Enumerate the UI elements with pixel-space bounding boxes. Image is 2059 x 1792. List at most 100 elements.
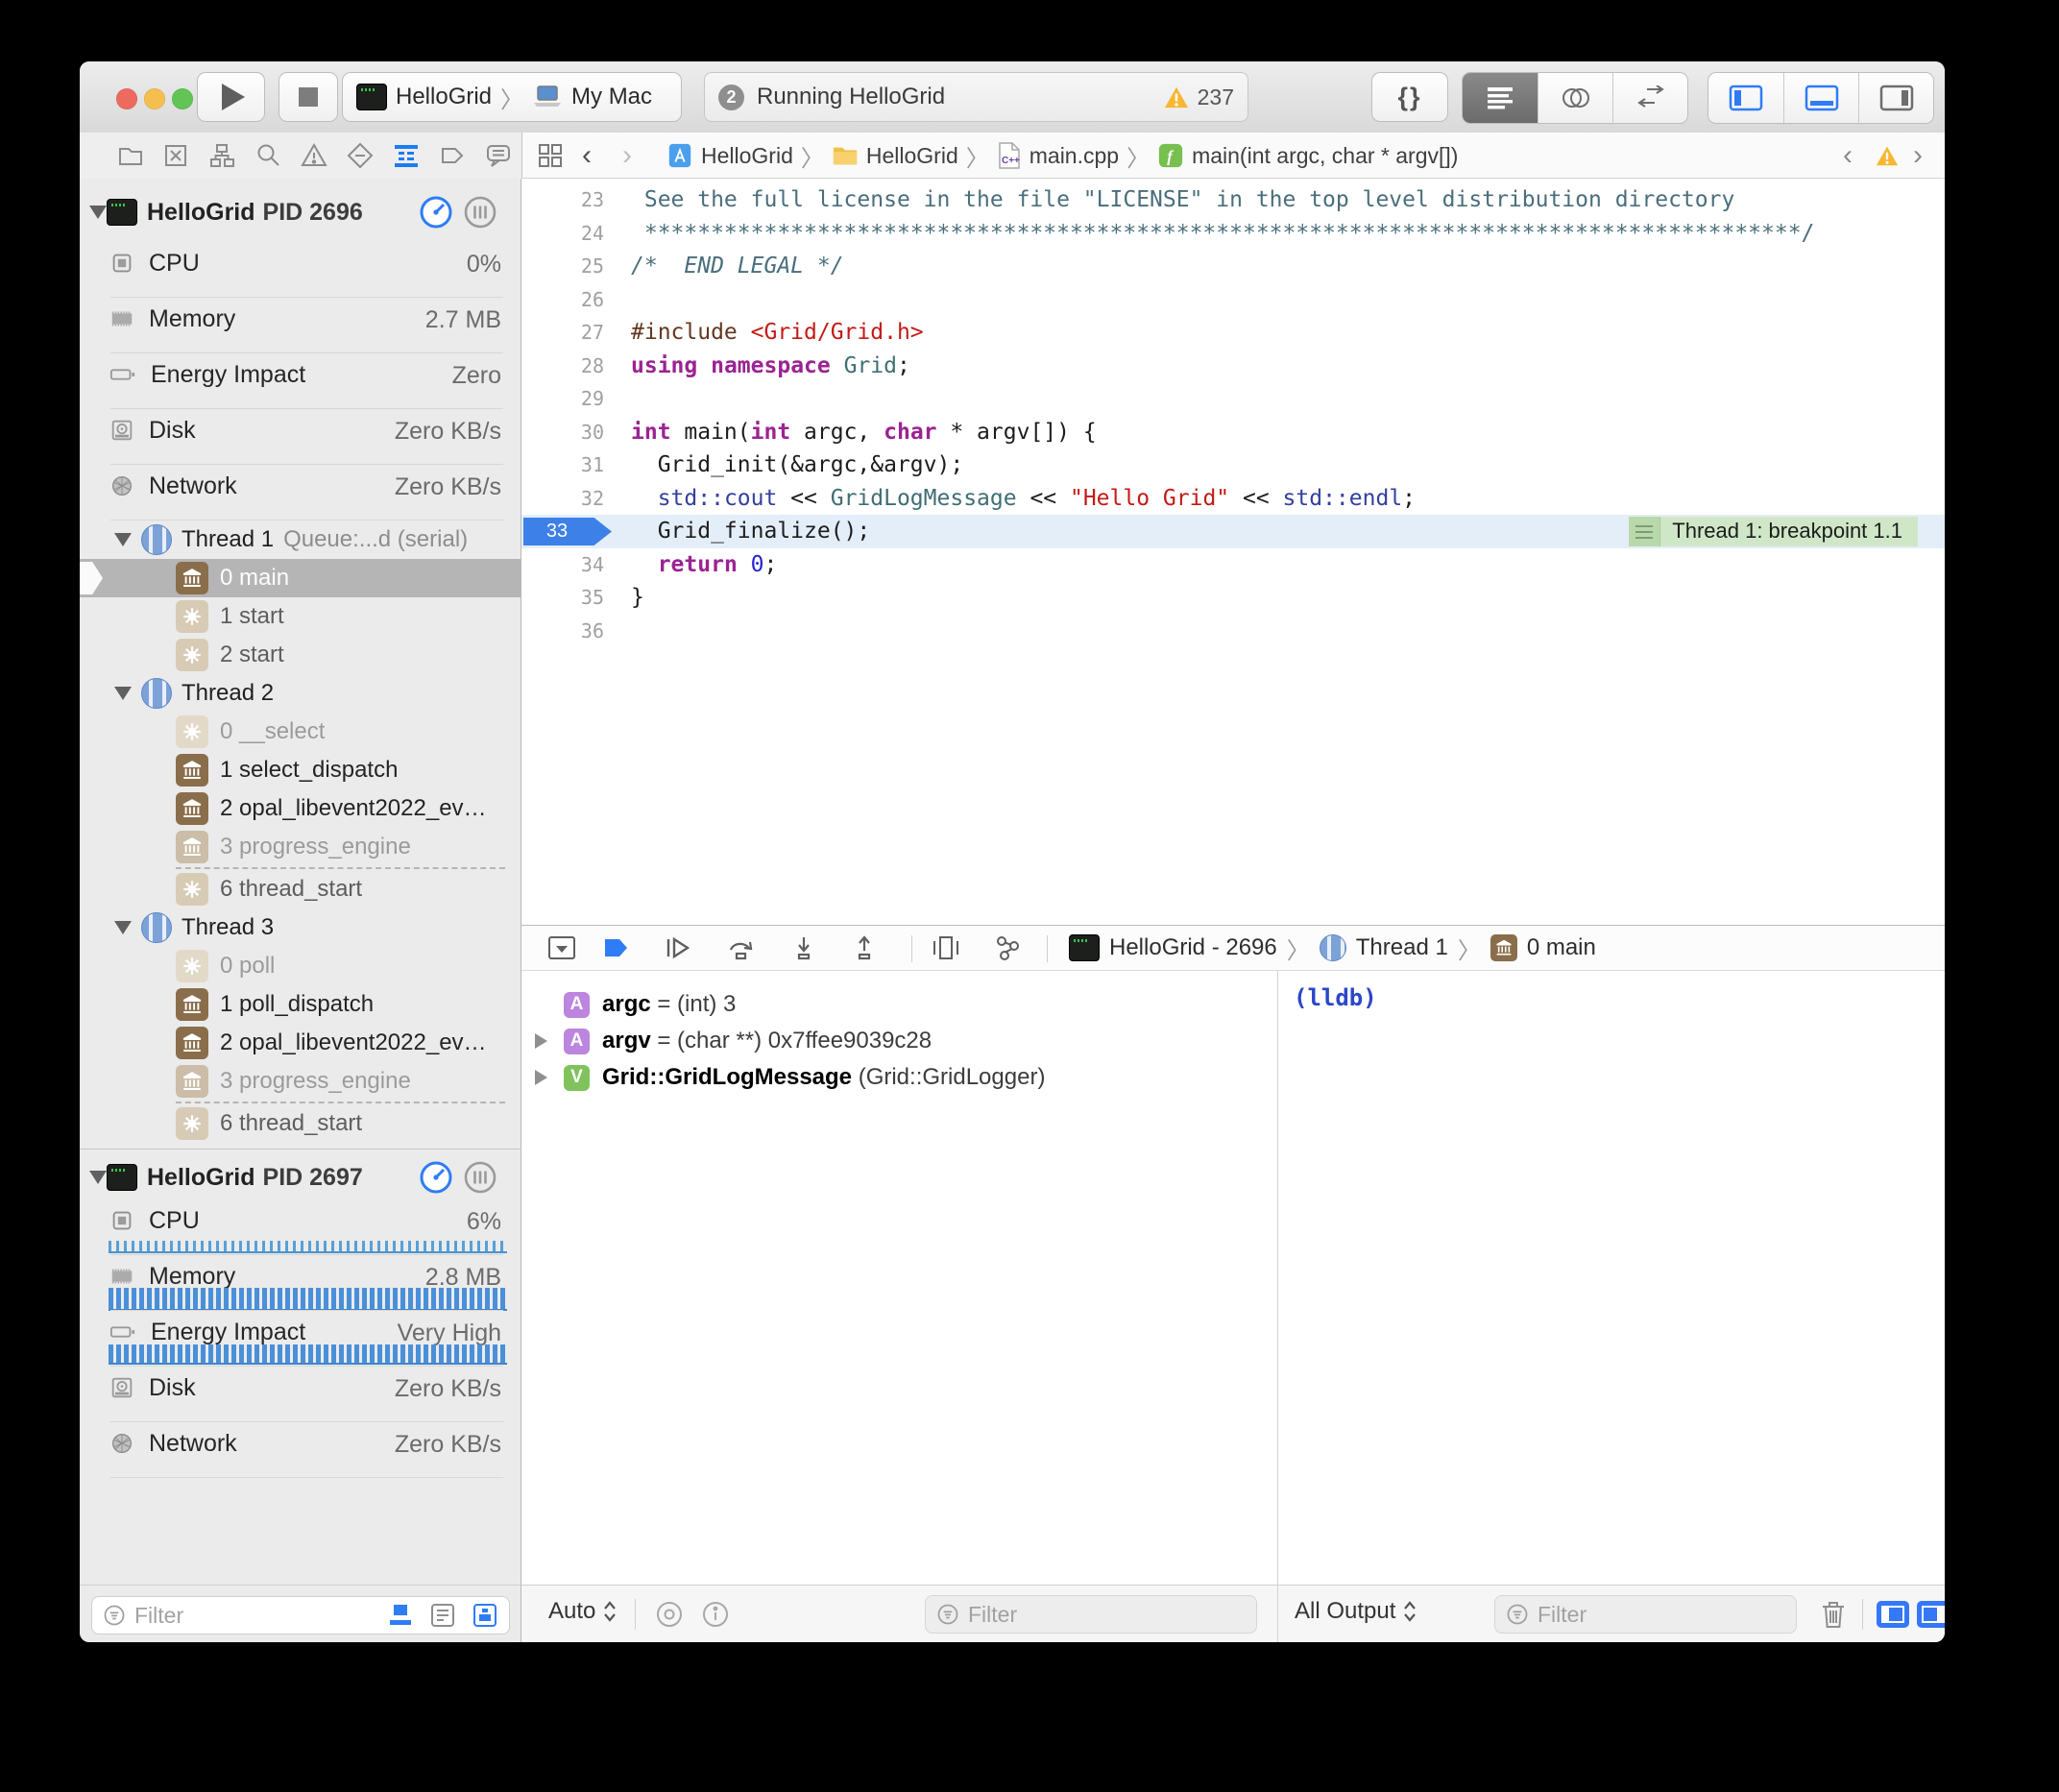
warning-count[interactable]: 237 — [1198, 85, 1234, 110]
scheme-selector[interactable]: HelloGrid 〉 My Mac — [342, 72, 682, 122]
report-navigator-icon[interactable] — [484, 141, 513, 170]
step-over-icon[interactable] — [725, 933, 758, 962]
variable-row[interactable]: Aargc = (int) 3 — [521, 986, 1277, 1023]
stack-frame-row[interactable]: 1 start — [80, 597, 521, 636]
variables-scope-popup[interactable]: Auto — [548, 1598, 618, 1625]
variable-row[interactable]: VGrid::GridLogMessage (Grid::GridLogger) — [521, 1059, 1277, 1096]
go-back-button[interactable]: ‹ — [582, 133, 592, 179]
related-items-icon[interactable] — [536, 133, 565, 179]
code-line[interactable]: 25/* END LEGAL */ — [521, 250, 1945, 283]
metric-row-memory[interactable]: Memory2.8 MB — [80, 1255, 521, 1311]
stack-frame-row[interactable]: 6 thread_start — [80, 870, 521, 908]
code-snippets-button[interactable]: {} — [1371, 72, 1448, 122]
toggle-console-pane-icon[interactable] — [1916, 1600, 1945, 1629]
code-line[interactable]: 27#include <Grid/Grid.h> — [521, 316, 1945, 350]
console-output-popup[interactable]: All Output — [1295, 1598, 1418, 1625]
assistant-editor-button[interactable] — [1538, 73, 1612, 123]
thread-row[interactable]: Thread 1Queue:...d (serial) — [80, 521, 521, 559]
source-editor[interactable]: 23 See the full license in the file "LIC… — [521, 179, 1945, 925]
find-navigator-icon[interactable] — [254, 141, 282, 170]
metric-row-cpu[interactable]: CPU0% — [80, 242, 521, 298]
metric-row-network[interactable]: NetworkZero KB/s — [80, 465, 521, 521]
console-view[interactable]: (lldb) — [1277, 971, 1945, 1585]
gauge-button[interactable] — [418, 1159, 454, 1196]
stack-frame-row[interactable]: 2 opal_libevent2022_ev… — [80, 1024, 521, 1062]
metric-row-network[interactable]: NetworkZero KB/s — [80, 1422, 521, 1478]
stack-frame-row[interactable]: 1 select_dispatch — [80, 751, 521, 789]
metric-row-cpu[interactable]: CPU6% — [80, 1199, 521, 1255]
navigator-filter-field[interactable]: Filter — [91, 1596, 510, 1635]
metric-row-memory[interactable]: Memory2.7 MB — [80, 298, 521, 353]
stack-frame-row[interactable]: 2 opal_libevent2022_ev… — [80, 789, 521, 828]
metric-row-energy-impact[interactable]: Energy ImpactZero — [80, 353, 521, 409]
code-line[interactable]: 26 — [521, 283, 1945, 317]
stop-button[interactable] — [279, 72, 338, 122]
thread-row[interactable]: Thread 2 — [80, 674, 521, 713]
metric-row-disk[interactable]: DiskZero KB/s — [80, 1367, 521, 1422]
thread-columns-button[interactable] — [462, 194, 498, 230]
process-row[interactable]: HelloGridPID 2697 — [80, 1155, 521, 1199]
show-running-issues-icon[interactable] — [386, 1601, 415, 1630]
quicklook-icon[interactable] — [654, 1599, 685, 1630]
stack-frame-row[interactable]: 6 thread_start — [80, 1104, 521, 1143]
run-button[interactable] — [197, 72, 265, 122]
stack-frame-row[interactable]: 0 poll — [80, 947, 521, 985]
continue-icon[interactable] — [662, 933, 694, 962]
code-line[interactable]: 32 std::cout << GridLogMessage << "Hello… — [521, 482, 1945, 516]
step-into-icon[interactable] — [789, 933, 818, 962]
code-line[interactable]: 33 Grid_finalize();Thread 1: breakpoint … — [521, 515, 1945, 548]
next-issue-button[interactable]: › — [1913, 133, 1923, 179]
thread-row[interactable]: Thread 3 — [80, 908, 521, 947]
trash-icon[interactable] — [1818, 1598, 1849, 1631]
stack-frame-row[interactable]: 2 start — [80, 636, 521, 674]
metric-row-disk[interactable]: DiskZero KB/s — [80, 409, 521, 465]
hide-debug-area-icon[interactable] — [546, 933, 577, 962]
metric-row-energy-impact[interactable]: Energy ImpactVery High — [80, 1311, 521, 1367]
code-line[interactable]: 36 — [521, 615, 1945, 648]
code-line[interactable]: 35} — [521, 581, 1945, 615]
memory-graph-icon[interactable] — [992, 933, 1023, 962]
code-line[interactable]: 28using namespace Grid; — [521, 350, 1945, 383]
variable-row[interactable]: Aargv = (char **) 0x7ffee9039c28 — [521, 1023, 1277, 1059]
breakpoints-toggle-icon[interactable] — [600, 933, 631, 962]
stack-frame-row[interactable]: 1 poll_dispatch — [80, 985, 521, 1024]
variables-filter-field[interactable]: Filter — [925, 1595, 1257, 1634]
warning-icon[interactable] — [1163, 85, 1190, 109]
step-out-icon[interactable] — [850, 933, 879, 962]
toggle-inspector-button[interactable] — [1858, 73, 1933, 123]
debug-breadcrumb[interactable]: HelloGrid - 2696 〉 Thread 1 〉 0 main — [1069, 926, 1596, 970]
show-threads-icon[interactable] — [428, 1601, 457, 1630]
toggle-variables-pane-icon[interactable] — [1876, 1600, 1910, 1629]
project-navigator-icon[interactable] — [116, 141, 145, 170]
code-line[interactable]: 31 Grid_init(&argc,&argv); — [521, 448, 1945, 482]
gauge-button[interactable] — [418, 194, 454, 230]
thread-columns-button[interactable] — [462, 1159, 498, 1196]
show-stack-depth-icon[interactable] — [471, 1601, 499, 1630]
variables-view[interactable]: Aargc = (int) 3Aargv = (char **) 0x7ffee… — [521, 971, 1277, 1585]
symbol-navigator-icon[interactable] — [207, 141, 236, 170]
stack-frame-row[interactable]: 3 progress_engine — [80, 828, 521, 866]
view-hierarchy-icon[interactable] — [931, 933, 961, 962]
code-line[interactable]: 29 — [521, 382, 1945, 416]
issue-warning-icon[interactable] — [1875, 133, 1900, 179]
toggle-navigator-button[interactable] — [1708, 73, 1783, 123]
standard-editor-button[interactable] — [1463, 73, 1538, 123]
version-editor-button[interactable] — [1612, 73, 1687, 123]
code-line[interactable]: 24 *************************************… — [521, 217, 1945, 251]
debug-navigator-icon[interactable] — [392, 141, 421, 170]
stack-frame-row[interactable]: 3 progress_engine — [80, 1062, 521, 1101]
code-line[interactable]: 23 See the full license in the file "LIC… — [521, 183, 1945, 217]
issue-navigator-icon[interactable] — [300, 141, 328, 170]
info-icon[interactable] — [700, 1599, 731, 1630]
code-line[interactable]: 30int main(int argc, char * argv[]) { — [521, 416, 1945, 449]
test-navigator-icon[interactable] — [346, 141, 375, 170]
minimize-window-button[interactable] — [144, 88, 165, 109]
breakpoint-indicator[interactable]: 33 — [523, 518, 612, 545]
previous-issue-button[interactable]: ‹ — [1843, 133, 1853, 179]
go-forward-button[interactable]: › — [622, 133, 632, 179]
breakpoint-navigator-icon[interactable] — [438, 141, 467, 170]
close-window-button[interactable] — [116, 88, 137, 109]
stack-frame-row[interactable]: 0 __select — [80, 713, 521, 751]
stack-frame-row[interactable]: 0 main — [80, 559, 521, 597]
jumpbar-crumb-project[interactable]: HelloGrid 〉 HelloGrid 〉 C++ main.cpp 〉 f… — [666, 133, 1458, 179]
